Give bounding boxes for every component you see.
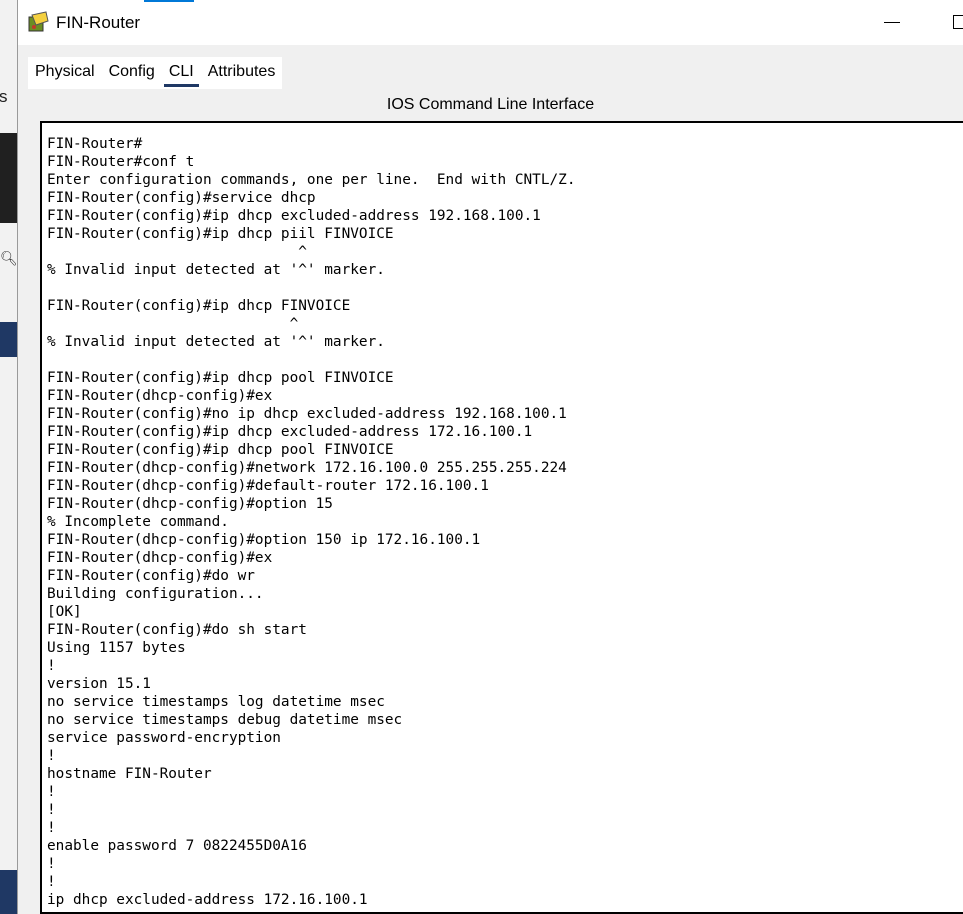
cli-line: FIN-Router(config)#ip dhcp excluded-addr… bbox=[47, 208, 541, 224]
cli-line: enable password 7 0822455D0A16 bbox=[47, 838, 307, 854]
minimize-button[interactable] bbox=[884, 22, 900, 23]
tab-config[interactable]: Config bbox=[102, 57, 162, 89]
cli-line: FIN-Router(dhcp-config)#default-router 1… bbox=[47, 478, 489, 494]
tab-physical[interactable]: Physical bbox=[28, 57, 102, 89]
cli-line: ! bbox=[47, 874, 56, 890]
cli-line bbox=[47, 279, 963, 297]
cli-line: FIN-Router(config)#service dhcp bbox=[47, 190, 316, 206]
cli-line: no service timestamps log datetime msec bbox=[47, 694, 385, 710]
background-window-edge bbox=[0, 133, 17, 223]
cli-line: FIN-Router(config)#ip dhcp piil FINVOICE bbox=[47, 226, 394, 242]
cli-line: % Invalid input detected at '^' marker. bbox=[47, 334, 385, 350]
cli-line: ip dhcp excluded-address 172.16.100.1 bbox=[47, 892, 368, 908]
cli-line: FIN-Router(config)#ip dhcp pool FINVOICE bbox=[47, 442, 394, 458]
cli-heading: IOS Command Line Interface bbox=[386, 96, 595, 113]
cli-line: ! bbox=[47, 784, 56, 800]
title-bar[interactable]: FIN-Router bbox=[18, 0, 963, 45]
tab-attributes[interactable]: Attributes bbox=[201, 57, 283, 89]
cli-line: Enter configuration commands, one per li… bbox=[47, 172, 576, 188]
cli-line: FIN-Router(config)#ip dhcp pool FINVOICE bbox=[47, 370, 394, 386]
tab-bar: Physical Config CLI Attributes bbox=[28, 57, 283, 89]
cli-line: no service timestamps debug datetime mse… bbox=[47, 712, 403, 728]
background-panel-edge bbox=[0, 322, 17, 357]
cli-line: ! bbox=[47, 748, 56, 764]
cli-line: version 15.1 bbox=[47, 676, 151, 692]
cli-line: FIN-Router(dhcp-config)#option 15 bbox=[47, 496, 333, 512]
cli-line: FIN-Router(config)#no ip dhcp excluded-a… bbox=[47, 406, 567, 422]
cli-output[interactable]: FIN-Router# FIN-Router#conf t Enter config… bbox=[42, 123, 963, 909]
cli-line: ! bbox=[47, 802, 56, 818]
cli-line: FIN-Router(dhcp-config)#option 150 ip 17… bbox=[47, 532, 481, 548]
cli-line: FIN-Router(dhcp-config)#ex bbox=[47, 388, 273, 404]
background-panel-edge-bottom bbox=[0, 870, 17, 914]
cli-line bbox=[47, 351, 963, 369]
cli-line: FIN-Router(config)#ip dhcp excluded-addr… bbox=[47, 424, 533, 440]
cli-line: FIN-Router(dhcp-config)#network 172.16.1… bbox=[47, 460, 567, 476]
cli-line: FIN-Router(config)#ip dhcp FINVOICE bbox=[47, 298, 351, 314]
cli-line: FIN-Router# bbox=[47, 136, 143, 152]
cli-line: ^ bbox=[47, 316, 299, 332]
cli-line: FIN-Router(config)#do sh start bbox=[47, 622, 307, 638]
cli-line: FIN-Router(config)#do wr bbox=[47, 568, 255, 584]
cli-line: ! bbox=[47, 820, 56, 836]
cli-line: FIN-Router#conf t bbox=[47, 154, 195, 170]
maximize-button[interactable] bbox=[953, 15, 963, 29]
cli-line: [OK] bbox=[47, 604, 82, 620]
desktop-background-strip: s 🔍︎ bbox=[0, 0, 17, 914]
router-window: FIN-Router Physical Config CLI Attribute… bbox=[17, 0, 963, 914]
cli-line: Using 1157 bytes bbox=[47, 640, 186, 656]
cli-line: % Invalid input detected at '^' marker. bbox=[47, 262, 385, 278]
cli-line: ! bbox=[47, 856, 56, 872]
background-zoom-icon: 🔍︎ bbox=[0, 250, 17, 266]
cli-line: ! bbox=[47, 658, 56, 674]
cli-terminal[interactable]: FIN-Router# FIN-Router#conf t Enter config… bbox=[40, 121, 963, 914]
cli-line: ^ bbox=[47, 244, 307, 260]
cli-line: service password-encryption bbox=[47, 730, 281, 746]
title-bar-accent bbox=[144, 0, 194, 2]
background-text-fragment: s bbox=[0, 87, 8, 106]
window-title: FIN-Router bbox=[56, 13, 141, 32]
cli-line: % Incomplete command. bbox=[47, 514, 229, 530]
router-app-icon bbox=[28, 11, 49, 32]
cli-line: hostname FIN-Router bbox=[47, 766, 212, 782]
cli-line: Building configuration... bbox=[47, 586, 264, 602]
tab-cli[interactable]: CLI bbox=[162, 57, 201, 89]
cli-line: FIN-Router(dhcp-config)#ex bbox=[47, 550, 273, 566]
